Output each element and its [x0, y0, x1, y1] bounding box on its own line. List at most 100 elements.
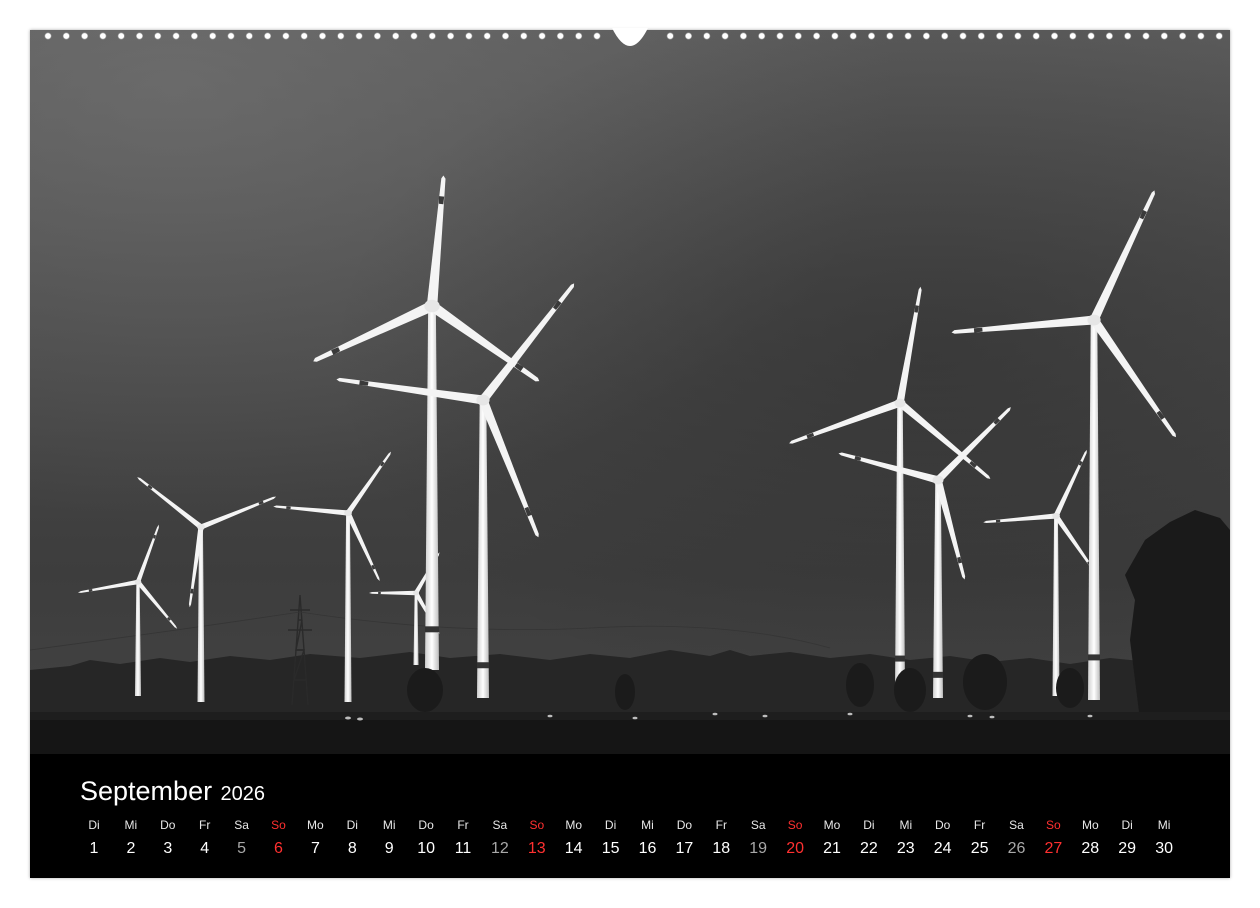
wind-turbine-photo [30, 30, 1230, 754]
day-name: So [271, 818, 286, 832]
binding-hole [501, 32, 509, 40]
binding-hole [410, 32, 418, 40]
calendar-footer: September 2026 Di 1 Mi 2 Do 3 Fr 4 Sa 5 So 6 Mo 7 Di 8 M… [30, 754, 1230, 878]
binding-hole [136, 32, 144, 40]
day-name: Do [935, 818, 951, 832]
binding-hole [300, 32, 308, 40]
binding-hole [428, 32, 436, 40]
day-name: Mi [899, 818, 913, 832]
binding-hole [538, 32, 546, 40]
day-name: Mo [823, 818, 841, 832]
day-name: Mi [641, 818, 654, 832]
binding-hole [520, 32, 528, 40]
day-number: 2 [126, 840, 136, 857]
binding-hole [81, 32, 89, 40]
day-name: Mo [565, 818, 583, 832]
binding-hole [1179, 32, 1187, 40]
binding-hole [282, 32, 290, 40]
day-number: 11 [454, 840, 472, 857]
binding-hole [959, 32, 967, 40]
day-number: 20 [786, 840, 804, 857]
binding-hole [721, 32, 729, 40]
binding-hole [44, 32, 52, 40]
day-number: 5 [237, 840, 247, 857]
binding-hole [465, 32, 473, 40]
binding-hole [190, 32, 198, 40]
binding-hole [1069, 32, 1077, 40]
binding-hole [227, 32, 235, 40]
binding-hole [794, 32, 802, 40]
day-name: Sa [1009, 818, 1024, 832]
binding-hole [1050, 32, 1058, 40]
binding-hole [1142, 32, 1150, 40]
binding-hole [666, 32, 674, 40]
binding-hole [318, 32, 326, 40]
day-name: Do [418, 818, 434, 832]
binding-hole [117, 32, 125, 40]
binding-hole [575, 32, 583, 40]
day-name: Fr [715, 818, 727, 832]
day-number: 14 [564, 840, 583, 857]
day-number: 13 [527, 840, 546, 857]
binding-hole [99, 32, 107, 40]
day-number: 18 [712, 840, 731, 857]
day-number: 4 [200, 840, 210, 857]
day-name: Mi [382, 818, 396, 832]
month-name: September [80, 776, 213, 806]
day-name: Fr [199, 818, 211, 832]
day-name: Do [160, 818, 176, 832]
day-name: Di [863, 818, 875, 832]
day-name: Fr [457, 818, 469, 832]
binding-hole [1087, 32, 1095, 40]
day-number: 17 [675, 840, 694, 857]
binding-hole [1197, 32, 1205, 40]
day-name: Mi [124, 818, 138, 832]
binding-hole [904, 32, 912, 40]
day-number: 29 [1118, 840, 1137, 857]
binding-hole [373, 32, 381, 40]
binding-hole [1032, 32, 1040, 40]
binding-hole [739, 32, 747, 40]
day-name: Fr [973, 818, 986, 832]
day-name: Di [346, 818, 358, 832]
binding-hole [813, 32, 821, 40]
binding-hole [831, 32, 839, 40]
day-name: Sa [750, 818, 766, 832]
day-name: Mo [1081, 818, 1099, 832]
binding-hole [996, 32, 1004, 40]
day-number: 7 [310, 840, 320, 857]
binding-hole [337, 32, 345, 40]
binding-hole [355, 32, 363, 40]
binding-hole [209, 32, 217, 40]
binding-hole [758, 32, 766, 40]
day-name: Mo [307, 818, 324, 832]
day-name: So [529, 818, 545, 832]
day-name: Di [604, 818, 617, 832]
day-number: 27 [1044, 840, 1063, 857]
day-number: 15 [601, 840, 620, 857]
day-number: 23 [896, 840, 915, 857]
day-number: 9 [384, 840, 394, 857]
binding-hole [1014, 32, 1022, 40]
day-name: Do [676, 818, 693, 832]
binding-hole [172, 32, 180, 40]
binding-hole [886, 32, 894, 40]
binding-hole [922, 32, 930, 40]
hanger-notch [612, 28, 648, 46]
day-number: 24 [933, 840, 952, 857]
day-number: 30 [1155, 840, 1173, 857]
binding-hole [1160, 32, 1168, 40]
day-name: So [1046, 818, 1061, 832]
day-name: Di [1121, 818, 1133, 832]
binding-hole [703, 32, 711, 40]
binding-hole [593, 32, 601, 40]
binding-hole [1105, 32, 1113, 40]
month-title: September 2026 [80, 776, 265, 807]
binding-hole [392, 32, 400, 40]
binding-hole [867, 32, 875, 40]
day-number: 21 [823, 840, 841, 857]
day-name: Sa [234, 818, 249, 832]
binding-hole [941, 32, 949, 40]
day-number: 22 [859, 840, 878, 857]
day-number: 1 [89, 840, 99, 857]
